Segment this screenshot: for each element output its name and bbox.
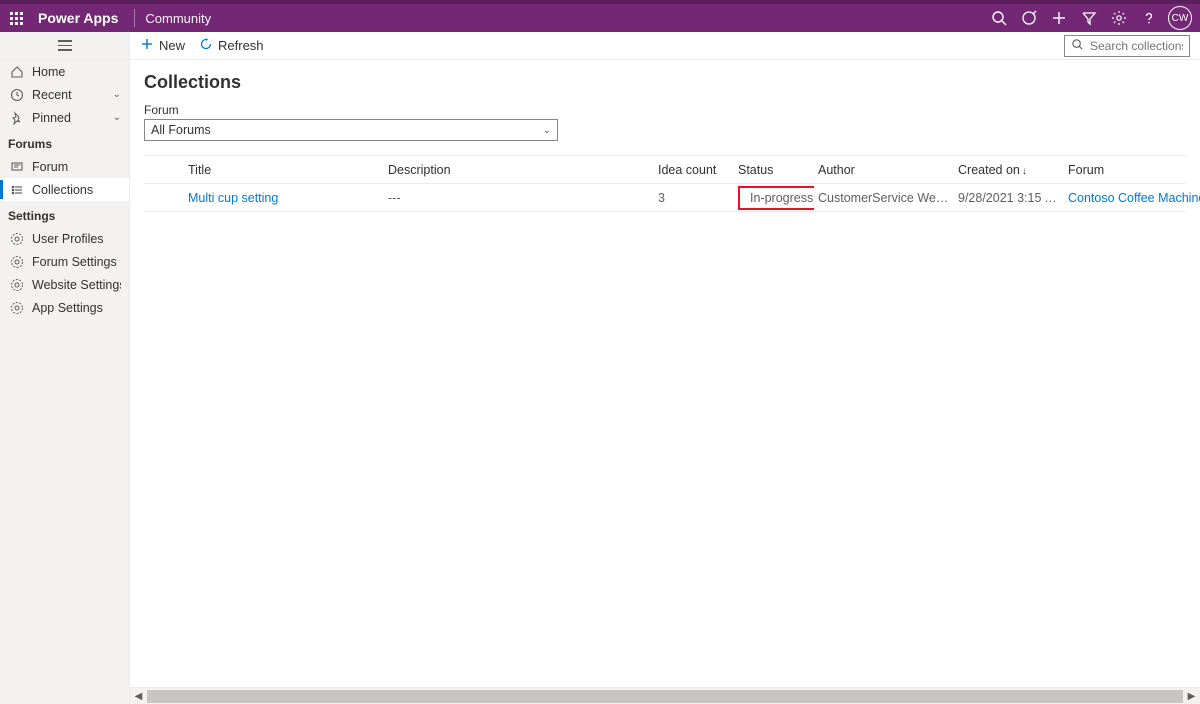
sidebar-item-label: Collections: [32, 183, 121, 197]
user-avatar[interactable]: CW: [1168, 6, 1192, 30]
forum-select-value: All Forums: [151, 123, 211, 137]
col-description[interactable]: Description: [384, 163, 654, 177]
sidebar-item-app-settings[interactable]: App Settings: [0, 296, 129, 319]
sidebar-item-label: Forum: [32, 160, 121, 174]
sidebar-toggle[interactable]: [0, 32, 129, 60]
sidebar-item-home[interactable]: Home: [0, 60, 129, 83]
forum-select[interactable]: All Forums ⌄: [144, 119, 558, 141]
sidebar-item-label: Pinned: [32, 111, 113, 125]
forum-icon: [8, 160, 26, 174]
col-created-on[interactable]: Created on↓: [954, 163, 1064, 177]
chevron-down-icon: ⌄: [543, 125, 551, 136]
sidebar-section-forums: Forums: [0, 129, 129, 155]
sidebar-item-label: Home: [32, 65, 121, 79]
col-author[interactable]: Author: [814, 163, 954, 177]
collections-table: Title Description Idea count Status Auth…: [144, 155, 1186, 212]
cmd-label: New: [159, 38, 185, 53]
list-icon: [8, 183, 26, 197]
row-description: ---: [384, 191, 654, 205]
sidebar-item-label: User Profiles: [32, 232, 121, 246]
pin-icon: [8, 111, 26, 125]
app-launcher-icon[interactable]: [0, 4, 32, 32]
gear-icon: [8, 278, 26, 292]
sidebar-section-settings: Settings: [0, 201, 129, 227]
sidebar-item-label: Website Settings: [32, 278, 121, 292]
brand-label: Power Apps: [32, 10, 124, 26]
sort-desc-icon: ↓: [1020, 166, 1027, 177]
search-input[interactable]: [1090, 39, 1183, 53]
scroll-left-button[interactable]: ◀: [130, 688, 147, 704]
sidebar-item-website-settings[interactable]: Website Settings: [0, 273, 129, 296]
sidebar-item-forum[interactable]: Forum: [0, 155, 129, 178]
gear-icon: [8, 301, 26, 315]
scroll-right-button[interactable]: ▶: [1183, 688, 1200, 704]
row-status: In-progress: [734, 186, 814, 210]
sidebar-item-forum-settings[interactable]: Forum Settings: [0, 250, 129, 273]
row-author: CustomerService Web Staging: [814, 191, 954, 205]
forum-field-label: Forum: [144, 103, 1186, 117]
table-row[interactable]: Multi cup setting --- 3 In-progress Cust…: [144, 184, 1186, 212]
sidebar-item-label: Recent: [32, 88, 113, 102]
command-bar: New Refresh: [130, 32, 1200, 60]
row-title-link[interactable]: Multi cup setting: [184, 191, 384, 205]
col-forum[interactable]: Forum: [1064, 163, 1200, 177]
help-icon[interactable]: [1134, 4, 1164, 32]
row-idea-count: 3: [654, 191, 734, 205]
settings-icon[interactable]: [1104, 4, 1134, 32]
sidebar-item-label: Forum Settings: [32, 255, 121, 269]
target-icon[interactable]: [1014, 4, 1044, 32]
page-title: Collections: [144, 72, 1186, 93]
clock-icon: [8, 88, 26, 102]
scroll-thumb[interactable]: [147, 690, 1183, 703]
sidebar-item-collections[interactable]: Collections: [0, 178, 129, 201]
row-forum-link[interactable]: Contoso Coffee Machine: [1064, 191, 1200, 205]
scroll-track[interactable]: [147, 688, 1183, 704]
main: New Refresh Collections Forum All Forums…: [130, 32, 1200, 704]
chevron-down-icon: ⌄: [113, 112, 121, 123]
home-icon: [8, 65, 26, 79]
refresh-icon: [199, 37, 213, 54]
plus-icon: [140, 37, 154, 54]
new-button[interactable]: New: [140, 37, 185, 54]
col-status[interactable]: Status: [734, 163, 814, 177]
col-idea-count[interactable]: Idea count: [654, 163, 734, 177]
gear-icon: [8, 232, 26, 246]
global-header: Power Apps Community CW: [0, 0, 1200, 32]
avatar-initials: CW: [1172, 13, 1189, 24]
col-title[interactable]: Title: [184, 163, 384, 177]
sidebar-item-pinned[interactable]: Pinned ⌄: [0, 106, 129, 129]
filter-icon[interactable]: [1074, 4, 1104, 32]
sidebar: Home Recent ⌄ Pinned ⌄ Forums Forum Coll…: [0, 32, 130, 704]
table-header-row: Title Description Idea count Status Auth…: [144, 156, 1186, 184]
gear-icon: [8, 255, 26, 269]
chevron-down-icon: ⌄: [113, 89, 121, 100]
add-icon[interactable]: [1044, 4, 1074, 32]
status-highlight: In-progress: [738, 186, 814, 210]
row-created-on: 9/28/2021 3:15 AM: [954, 191, 1064, 205]
cmd-label: Refresh: [218, 38, 264, 53]
breadcrumb[interactable]: Community: [145, 11, 211, 26]
search-icon[interactable]: [984, 4, 1014, 32]
sidebar-item-recent[interactable]: Recent ⌄: [0, 83, 129, 106]
search-box[interactable]: [1064, 35, 1190, 57]
search-icon: [1071, 38, 1084, 54]
sidebar-item-user-profiles[interactable]: User Profiles: [0, 227, 129, 250]
header-divider: [134, 9, 135, 27]
refresh-button[interactable]: Refresh: [199, 37, 264, 54]
horizontal-scrollbar[interactable]: ◀ ▶: [130, 687, 1200, 704]
sidebar-item-label: App Settings: [32, 301, 121, 315]
